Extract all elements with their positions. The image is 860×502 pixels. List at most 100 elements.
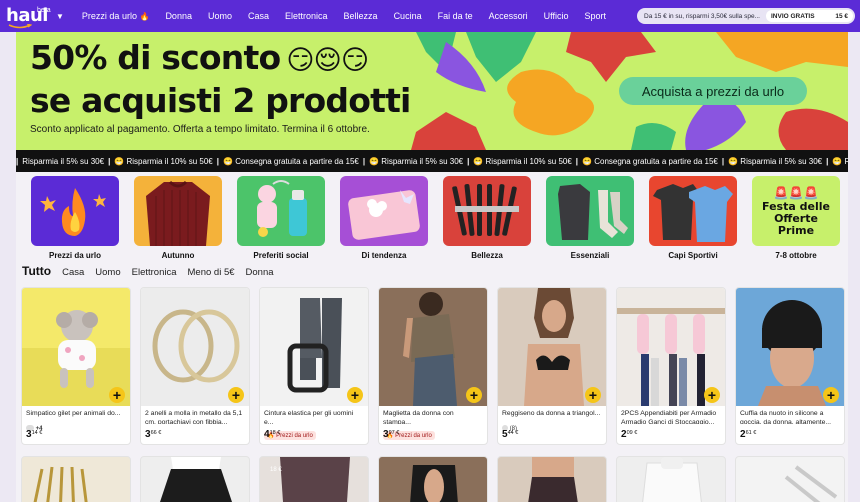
price-decimal: 44 €: [507, 430, 519, 436]
product-price: 366 €: [145, 429, 161, 440]
category-label: Bellezza: [471, 251, 503, 260]
free-shipping-promo[interactable]: Da 15 € in su, risparmi 3,50€ sulla spe.…: [637, 8, 855, 24]
category-bellezza[interactable]: Bellezza: [442, 176, 532, 260]
price-decimal: 14 €: [31, 430, 43, 436]
add-to-cart-button[interactable]: +: [109, 387, 125, 403]
product-image: +: [22, 288, 130, 406]
nav-item-cucina[interactable]: Cucina: [386, 11, 430, 21]
hero-headline-line1: 50% di sconto: [30, 38, 281, 77]
add-to-cart-button[interactable]: +: [585, 387, 601, 403]
category-preferiti-social[interactable]: Preferiti social: [236, 176, 326, 260]
social-favorites-image: [237, 176, 325, 246]
nav-item-accessori[interactable]: Accessori: [481, 11, 536, 21]
shop-deals-button[interactable]: Acquista a prezzi da urlo: [619, 77, 807, 105]
add-to-cart-button[interactable]: +: [466, 387, 482, 403]
product-card[interactable]: + Reggiseno da donna a triangol... (8) 5…: [497, 287, 607, 445]
product-price: 261 €: [740, 429, 756, 440]
category-capi-sportivi[interactable]: Capi Sportivi: [648, 176, 738, 260]
price-decimal: 66 €: [150, 430, 162, 436]
product-image: +: [260, 288, 368, 406]
product-price: 209 €: [621, 429, 637, 440]
filter-tab-casa[interactable]: Casa: [62, 267, 84, 278]
product-title: Maglietta da donna con stampa...: [383, 410, 454, 424]
nav-item-casa[interactable]: Casa: [240, 11, 277, 21]
category-carousel: Prezzi da urlo Autunno Preferiti social …: [16, 176, 848, 262]
filter-tab-uomo[interactable]: Uomo: [95, 267, 120, 278]
category-essenziali[interactable]: Essenziali: [545, 176, 635, 260]
ticker-item: 😁 Risparmia il 10% su 50€: [832, 156, 848, 166]
ticker-item: 😁 Consegna gratuita a partire da 15€: [582, 156, 718, 166]
add-to-cart-button[interactable]: +: [347, 387, 363, 403]
product-title: Cuffia da nuoto in silicone a goccia, da…: [740, 410, 832, 424]
add-to-cart-button[interactable]: +: [228, 387, 244, 403]
top-navigation-bar: haul beta ▼ Prezzi da urlo 🔥 Donna Uomo …: [0, 0, 860, 32]
product-card[interactable]: [616, 456, 726, 502]
promo-text: Da 15 € in su, risparmi 3,50€ sulla spe.…: [644, 12, 760, 20]
product-card[interactable]: [497, 456, 607, 502]
product-card[interactable]: [735, 456, 845, 502]
category-prezzi-da-urlo[interactable]: Prezzi da urlo: [30, 176, 120, 260]
nav-item-label: Prezzi da urlo: [81, 11, 137, 21]
category-7-8-ottobre[interactable]: 🚨🚨🚨 Festa delle Offerte Prime 7-8 ottobr…: [751, 176, 841, 260]
svg-text:18 €: 18 €: [270, 467, 282, 473]
price-decimal: 09 €: [626, 430, 638, 436]
category-label: Preferiti social: [253, 251, 309, 260]
filter-tab-donna[interactable]: Donna: [246, 267, 274, 278]
category-label: Autunno: [161, 251, 195, 260]
ticker-item: 😁 Risparmia il 10% su 50€: [473, 156, 572, 166]
fire-deals-icon: [31, 176, 119, 246]
product-title: Simpatico gilet per animali do...: [26, 410, 121, 417]
chevron-down-icon[interactable]: ▼: [56, 12, 64, 21]
add-to-cart-button[interactable]: +: [823, 387, 839, 403]
free-shipping-threshold: 15 €: [835, 12, 848, 20]
essentials-image: [546, 176, 634, 246]
category-autunno[interactable]: Autunno: [133, 176, 223, 260]
nav-item-ufficio[interactable]: Ufficio: [536, 11, 577, 21]
haul-logo[interactable]: haul beta: [6, 2, 56, 30]
left-margin: [0, 32, 16, 502]
nav-item-elettronica[interactable]: Elettronica: [277, 11, 336, 21]
nav-item-donna[interactable]: Donna: [157, 11, 200, 21]
filter-tab-elettronica[interactable]: Elettronica: [132, 267, 177, 278]
logo-beta-label: beta: [37, 7, 51, 14]
product-card[interactable]: + Maglietta da donna con stampa... 🔥 Pre…: [378, 287, 488, 445]
promo-ticker: | Risparmia il 5% su 30€ | 😁 Risparmia i…: [16, 150, 848, 172]
product-card[interactable]: + 2 anelli a molla in metallo da 5,1 cm,…: [140, 287, 250, 445]
category-label: 7-8 ottobre: [775, 251, 817, 260]
product-title: 2PCS Appendiabiti per Armadio Armadio Ga…: [621, 410, 717, 424]
nav-item-fai-da-te[interactable]: Fai da te: [430, 11, 481, 21]
hero-subtitle: Sconto applicato al pagamento. Offerta a…: [30, 124, 370, 135]
product-card[interactable]: + Cuffia da nuoto in silicone a goccia, …: [735, 287, 845, 445]
sweater-image: [134, 176, 222, 246]
nav-item-uomo[interactable]: Uomo: [200, 11, 240, 21]
prime-day-image: 🚨🚨🚨 Festa delle Offerte Prime: [752, 176, 840, 246]
filter-tab-meno-di-5[interactable]: Meno di 5€: [188, 267, 235, 278]
ticker-item: 😁 Risparmia il 10% su 50€: [114, 156, 213, 166]
trending-image: [340, 176, 428, 246]
category-label: Capi Sportivi: [668, 251, 718, 260]
hero-banner[interactable]: 50% di sconto 😏😌😏 se acquisti 2 prodotti …: [16, 32, 848, 150]
free-shipping-label: INVIO GRATIS: [771, 12, 815, 20]
add-to-cart-button[interactable]: +: [704, 387, 720, 403]
product-card[interactable]: + Simpatico gilet per animali do... +4 3…: [21, 287, 131, 445]
product-card[interactable]: [378, 456, 488, 502]
fire-icon: 🔥: [139, 12, 150, 21]
product-card[interactable]: [140, 456, 250, 502]
product-card[interactable]: + 2PCS Appendiabiti per Armadio Armadio …: [616, 287, 726, 445]
product-price: 544 €: [502, 429, 518, 440]
filter-tab-tutto[interactable]: Tutto: [22, 264, 51, 278]
product-card[interactable]: 18 €: [259, 456, 369, 502]
category-di-tendenza[interactable]: Di tendenza: [339, 176, 429, 260]
category-label: Di tendenza: [361, 251, 407, 260]
nav-item-bellezza[interactable]: Bellezza: [336, 11, 386, 21]
free-shipping-badge: INVIO GRATIS 15 €: [766, 10, 853, 22]
product-price: 314 €: [26, 429, 42, 440]
product-card[interactable]: [21, 456, 131, 502]
nav-item-sport[interactable]: Sport: [576, 11, 614, 21]
product-title: 2 anelli a molla in metallo da 5,1 cm, p…: [145, 410, 243, 424]
product-card[interactable]: + Cintura elastica per gli uomini e... 🔥…: [259, 287, 369, 445]
category-nav: Prezzi da urlo 🔥 Donna Uomo Casa Elettro…: [74, 11, 614, 21]
makeup-brushes-image: [443, 176, 531, 246]
ticker-item: 😁 Consegna gratuita a partire da 15€: [223, 156, 359, 166]
nav-item-prezzi-da-urlo[interactable]: Prezzi da urlo 🔥: [74, 11, 158, 21]
